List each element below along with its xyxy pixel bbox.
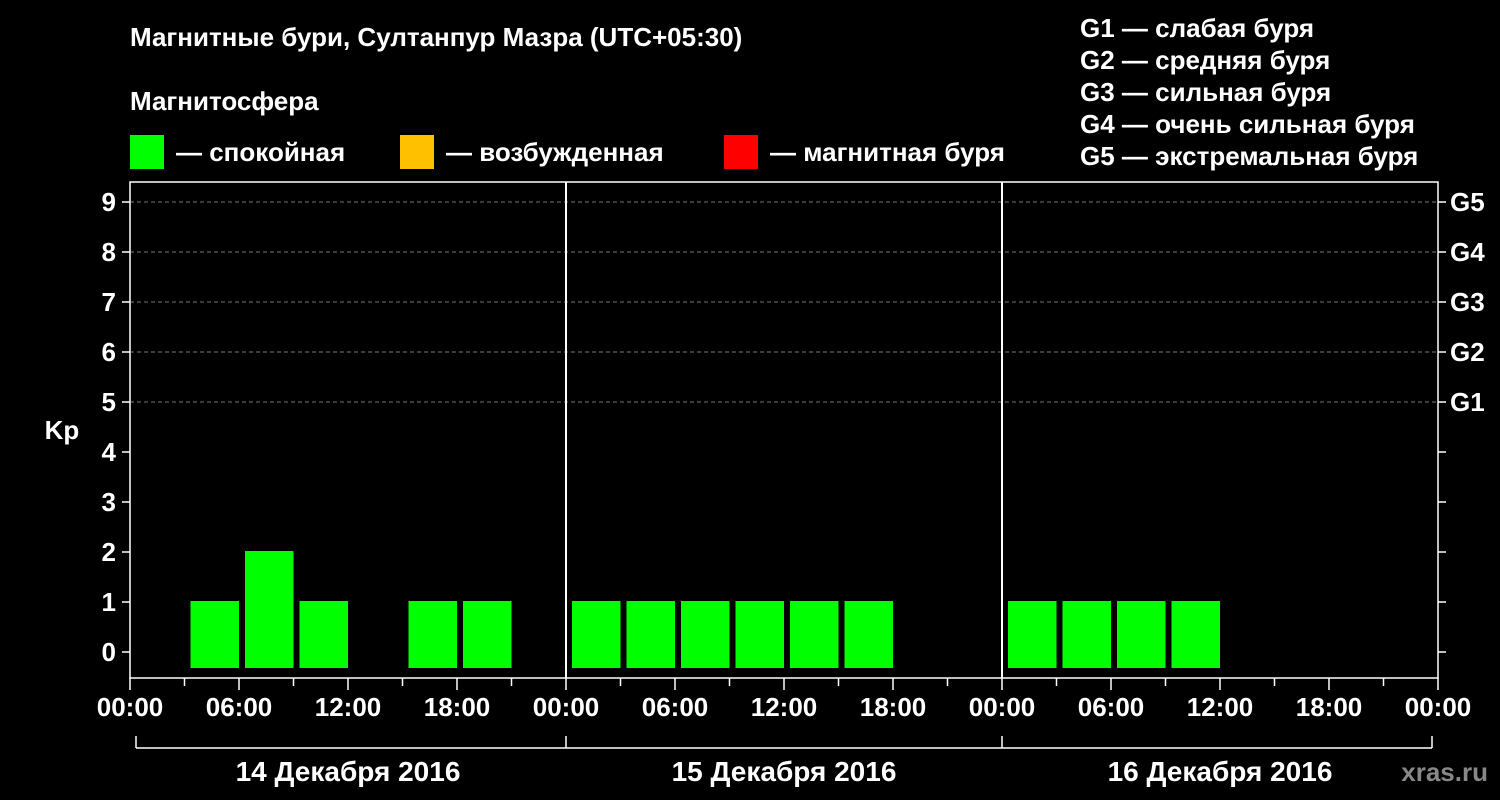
y-tick-label: 4: [102, 437, 117, 467]
y-tick-label: 5: [102, 387, 116, 417]
g-level-label: G2: [1450, 337, 1485, 367]
g-level-label: G3: [1450, 287, 1485, 317]
x-tick-label: 06:00: [1078, 692, 1145, 722]
kp-bar: [790, 601, 839, 668]
x-tick-label: 18:00: [1296, 692, 1363, 722]
kp-bar: [1117, 601, 1166, 668]
kp-bar: [463, 601, 512, 668]
y-tick-label: 6: [102, 337, 116, 367]
kp-bar: [626, 601, 675, 668]
g-level-label: G4: [1450, 237, 1485, 267]
x-tick-label: 18:00: [860, 692, 927, 722]
x-tick-label: 06:00: [206, 692, 273, 722]
y-tick-label: 7: [102, 287, 116, 317]
kp-bar: [190, 601, 239, 668]
x-tick-label: 12:00: [1187, 692, 1254, 722]
g-level-label: G5: [1450, 187, 1485, 217]
brand-watermark: xras.ru: [1401, 757, 1488, 787]
y-tick-label: 9: [102, 187, 116, 217]
y-tick-label: 3: [102, 487, 116, 517]
x-tick-label: 06:00: [642, 692, 709, 722]
x-tick-label: 00:00: [1405, 692, 1472, 722]
kp-bar: [1062, 601, 1111, 668]
y-axis-label: Kp: [45, 415, 80, 445]
x-tick-label: 12:00: [751, 692, 818, 722]
kp-bar: [408, 601, 457, 668]
x-tick-label: 00:00: [533, 692, 600, 722]
x-tick-label: 00:00: [969, 692, 1036, 722]
kp-bar: [299, 601, 348, 668]
y-tick-label: 0: [102, 637, 116, 667]
kp-bar: [245, 551, 294, 668]
day-label: 14 Декабря 2016: [236, 756, 461, 787]
y-tick-label: 8: [102, 237, 116, 267]
x-tick-label: 12:00: [315, 692, 382, 722]
kp-bar: [1008, 601, 1057, 668]
g-level-label: G1: [1450, 387, 1485, 417]
kp-chart: 0 1 2 3 4 5 6 7 8 9 G1 G2 G3 G4 G5 Kp 00:00 06:00 12:00 18:…: [45, 181, 1485, 787]
kp-bar: [681, 601, 730, 668]
x-tick-label: 18:00: [424, 692, 491, 722]
y-tick-label: 2: [102, 537, 116, 567]
kp-bar: [1171, 601, 1220, 668]
x-tick-label: 00:00: [97, 692, 164, 722]
kp-bar: [572, 601, 621, 668]
day-label: 15 Декабря 2016: [672, 756, 897, 787]
kp-bar: [735, 601, 784, 668]
day-label: 16 Декабря 2016: [1108, 756, 1333, 787]
kp-bar: [844, 601, 893, 668]
y-tick-label: 1: [102, 587, 116, 617]
